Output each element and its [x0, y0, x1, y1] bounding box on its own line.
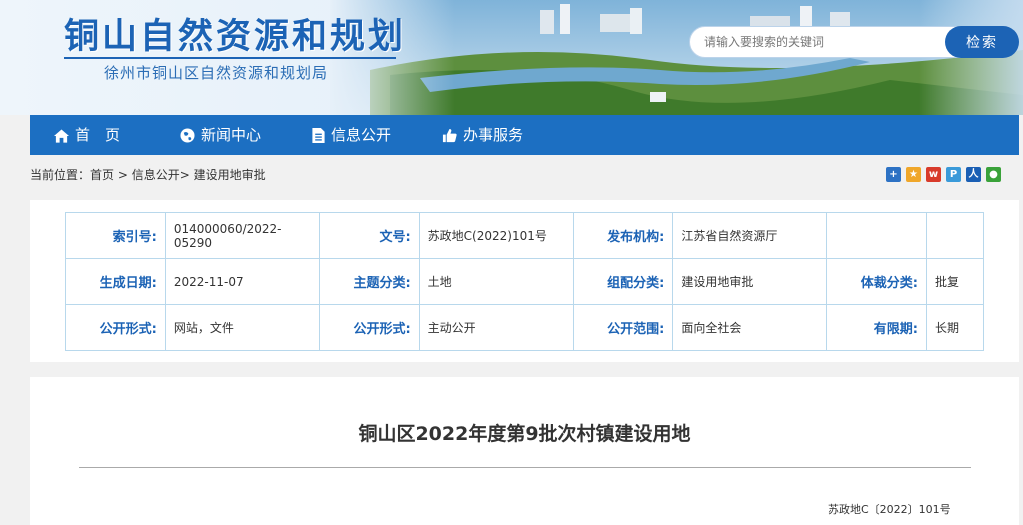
search-button[interactable]: 检索 — [945, 26, 1019, 58]
nav-item-label: 信息公开 — [331, 126, 392, 144]
meta-key: 发布机构: — [572, 212, 674, 259]
renren-share-icon[interactable]: 人 — [966, 167, 981, 182]
meta-key: 组配分类: — [572, 258, 674, 305]
breadcrumb-prefix: 当前位置： — [30, 168, 91, 182]
meta-key: 文号: — [318, 212, 420, 259]
article: 铜山区2022年度第9批次村镇建设用地 苏政地C〔2022〕101号 — [30, 377, 1019, 525]
meta-key: 公开范围: — [572, 304, 674, 351]
title-divider — [64, 57, 396, 59]
meta-key — [826, 212, 927, 259]
globe-icon — [180, 128, 195, 143]
meta-value — [925, 212, 985, 259]
document-number: 苏政地C〔2022〕101号 — [828, 503, 951, 516]
meta-value: 2022-11-07 — [164, 258, 320, 305]
meta-key: 生成日期: — [65, 258, 166, 305]
meta-value: 面向全社会 — [672, 304, 828, 351]
meta-value: 江苏省自然资源厅 — [672, 212, 828, 259]
breadcrumb-current[interactable]: 建设用地审批 — [194, 168, 266, 182]
metadata-card: 索引号: 014000060/2022-05290 文号: 苏政地C(2022)… — [30, 200, 1019, 362]
share-bar: + ★ w P 人 ● — [886, 167, 1001, 182]
breadcrumb: 当前位置：首页 > 信息公开> 建设用地审批 — [30, 166, 266, 183]
meta-key: 体裁分类: — [826, 258, 927, 305]
meta-key: 公开形式: — [65, 304, 166, 351]
home-icon — [54, 129, 69, 143]
thumbs-up-icon — [442, 128, 457, 143]
site-title: 铜山自然资源和规划 — [64, 17, 407, 57]
search-box: 检索 — [689, 26, 1019, 58]
article-divider — [79, 467, 971, 468]
table-row: 公开形式: 网站，文件 公开形式: 主动公开 公开范围: 面向全社会 有限期: … — [65, 304, 985, 351]
table-row: 生成日期: 2022-11-07 主题分类: 土地 组配分类: 建设用地审批 体… — [65, 258, 985, 305]
site-header: 铜山自然资源和规划 徐州市铜山区自然资源和规划局 检索 — [0, 0, 1023, 115]
meta-value: 土地 — [418, 258, 574, 305]
meta-value: 建设用地审批 — [672, 258, 828, 305]
site-subtitle: 徐州市铜山区自然资源和规划局 — [104, 64, 329, 82]
tencent-share-icon[interactable]: P — [946, 167, 961, 182]
plus-share-icon[interactable]: + — [886, 167, 901, 182]
meta-key: 主题分类: — [318, 258, 420, 305]
breadcrumb-info[interactable]: 信息公开 — [132, 168, 180, 182]
breadcrumb-home[interactable]: 首页 — [90, 168, 114, 182]
main-nav: 首 页 新闻中心 信息公开 办事服务 — [30, 115, 1019, 155]
nav-item-label: 新闻中心 — [201, 126, 262, 144]
meta-value: 主动公开 — [418, 304, 574, 351]
meta-value: 014000060/2022-05290 — [164, 212, 320, 259]
nav-item-label: 办事服务 — [463, 126, 524, 144]
meta-value: 网站，文件 — [164, 304, 320, 351]
weibo-share-icon[interactable]: w — [926, 167, 941, 182]
search-input[interactable] — [704, 27, 944, 57]
meta-key: 有限期: — [826, 304, 927, 351]
metadata-table: 索引号: 014000060/2022-05290 文号: 苏政地C(2022)… — [65, 212, 985, 351]
document-icon — [312, 128, 325, 143]
qzone-share-icon[interactable]: ★ — [906, 167, 921, 182]
table-row: 索引号: 014000060/2022-05290 文号: 苏政地C(2022)… — [65, 212, 985, 259]
breadcrumb-separator: > — [114, 168, 132, 182]
meta-value: 苏政地C(2022)101号 — [418, 212, 574, 259]
wechat-share-icon[interactable]: ● — [986, 167, 1001, 182]
meta-value: 批复 — [925, 258, 985, 305]
meta-value: 长期 — [925, 304, 985, 351]
nav-item-services[interactable]: 办事服务 — [442, 115, 523, 155]
article-title: 铜山区2022年度第9批次村镇建设用地 — [358, 423, 691, 445]
meta-key: 索引号: — [65, 212, 166, 259]
breadcrumb-separator: > — [179, 168, 194, 182]
nav-item-home[interactable]: 首 页 — [54, 115, 120, 155]
meta-key: 公开形式: — [318, 304, 420, 351]
nav-item-label: 首 页 — [75, 126, 121, 144]
nav-item-info[interactable]: 信息公开 — [312, 115, 391, 155]
nav-item-news[interactable]: 新闻中心 — [180, 115, 261, 155]
